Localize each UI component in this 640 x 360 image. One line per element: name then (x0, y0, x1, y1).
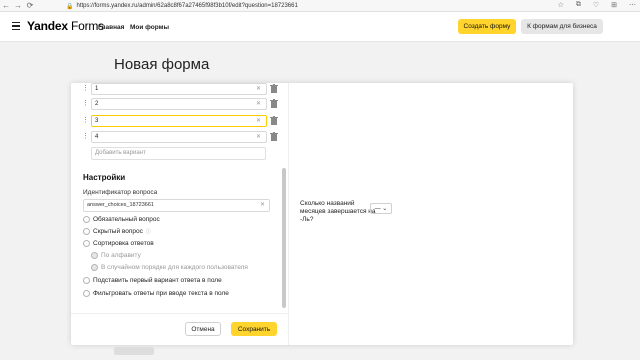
clear-icon[interactable]: ✕ (260, 200, 265, 211)
add-option-input[interactable]: Добавить вариант (91, 147, 266, 160)
sort-answers-toggle[interactable]: Сортировка ответов (83, 238, 154, 248)
question-id-label: Идентификатор вопроса (83, 189, 158, 196)
extensions-icon[interactable]: ⊞ (611, 1, 617, 9)
cancel-button[interactable]: Отмена (185, 322, 221, 336)
scrollbar[interactable] (282, 168, 286, 308)
prefill-first-toggle[interactable]: Подставить первый вариант ответа в поле (83, 275, 222, 285)
preview-question: Сколько названий месяцев завершается на … (300, 200, 376, 223)
checkbox-icon[interactable] (83, 215, 90, 223)
checkbox-icon[interactable] (83, 239, 90, 247)
option-row: ⋮ 1 ✕ (82, 83, 278, 95)
reload-icon[interactable]: ⟳ (24, 1, 36, 10)
trash-icon[interactable] (270, 99, 278, 109)
settings-title: Настройки (83, 173, 126, 182)
filter-answers-toggle[interactable]: Фильтровать ответы при вводе текста в по… (83, 288, 229, 298)
save-button[interactable]: Сохранить (231, 322, 277, 336)
option-row: ⋮ 3 ✕ (82, 115, 278, 127)
menu-icon[interactable]: ⋯ (629, 1, 636, 9)
editor-footer: Отмена Сохранить (71, 313, 288, 345)
address-bar[interactable]: 🔒 https://forms.yandex.ru/admin/62a8c8f6… (66, 1, 298, 11)
trash-icon[interactable] (270, 116, 278, 126)
nav-home[interactable]: Главная (98, 24, 124, 31)
drag-handle-icon[interactable]: ⋮ (82, 132, 89, 142)
trash-icon[interactable] (270, 132, 278, 142)
clear-icon[interactable]: ✕ (256, 132, 261, 142)
business-forms-button[interactable]: К формам для бизнеса (521, 19, 603, 34)
option-input[interactable]: 4 ✕ (91, 131, 267, 143)
radio-icon[interactable] (91, 263, 98, 271)
favorite-icon[interactable]: ☆ (558, 1, 564, 9)
checkbox-icon[interactable] (83, 227, 90, 235)
drag-handle-icon[interactable]: ⋮ (82, 84, 89, 94)
pane-divider (288, 83, 289, 345)
preview-select[interactable]: — ⌄ (370, 203, 392, 214)
drag-handle-icon[interactable]: ⋮ (82, 116, 89, 126)
required-toggle[interactable]: Обязательный вопрос (83, 214, 160, 224)
trash-icon[interactable] (270, 84, 278, 94)
editor-pane: ⋮ 1 ✕ ⋮ 2 ✕ ⋮ 3 ✕ ⋮ 4 ✕ Добавить вариант Нас… (71, 83, 288, 313)
option-input[interactable]: 2 ✕ (91, 98, 267, 110)
page-title: Новая форма (114, 56, 210, 73)
brand-logo[interactable]: Yandex Forms (27, 19, 104, 33)
create-form-button[interactable]: Создать форму (458, 19, 516, 34)
option-row: ⋮ 2 ✕ (82, 98, 278, 110)
option-row: ⋮ 4 ✕ (82, 131, 278, 143)
url-text: https://forms.yandex.ru/admin/62a8c8f67a… (76, 3, 298, 9)
drag-handle-icon[interactable]: ⋮ (82, 99, 89, 109)
hamburger-icon[interactable] (12, 22, 20, 30)
browser-toolbar: ← → ⟳ 🔒 https://forms.yandex.ru/admin/62… (0, 0, 640, 12)
back-icon[interactable]: ← (0, 1, 12, 10)
clear-icon[interactable]: ✕ (256, 84, 261, 94)
lock-icon: 🔒 (66, 3, 74, 10)
nav-my-forms[interactable]: Мои формы (130, 24, 169, 31)
clear-icon[interactable]: ✕ (256, 99, 261, 109)
question-id-field[interactable]: answer_choices_18723661 ✕ (83, 199, 270, 212)
option-input[interactable]: 3 ✕ (91, 115, 267, 127)
checkbox-icon[interactable] (83, 289, 90, 297)
hidden-toggle[interactable]: Скрытый вопрос ⓘ (83, 226, 151, 236)
split-icon[interactable]: ⧉ (576, 1, 581, 9)
question-editor-modal: ⋮ 1 ✕ ⋮ 2 ✕ ⋮ 3 ✕ ⋮ 4 ✕ Добавить вариант Нас… (71, 83, 573, 345)
sort-random-option[interactable]: В случайном порядке для каждого пользова… (91, 262, 248, 272)
background-item (114, 347, 154, 355)
forward-icon[interactable]: → (12, 1, 24, 10)
option-input[interactable]: 1 ✕ (91, 83, 267, 95)
info-icon[interactable]: ⓘ (146, 228, 151, 235)
checkbox-icon[interactable] (83, 276, 90, 284)
clear-icon[interactable]: ✕ (256, 116, 261, 126)
sort-alphabet-option[interactable]: По алфавиту (91, 250, 141, 260)
radio-icon[interactable] (91, 251, 98, 259)
collections-icon[interactable]: ♡ (593, 1, 599, 9)
